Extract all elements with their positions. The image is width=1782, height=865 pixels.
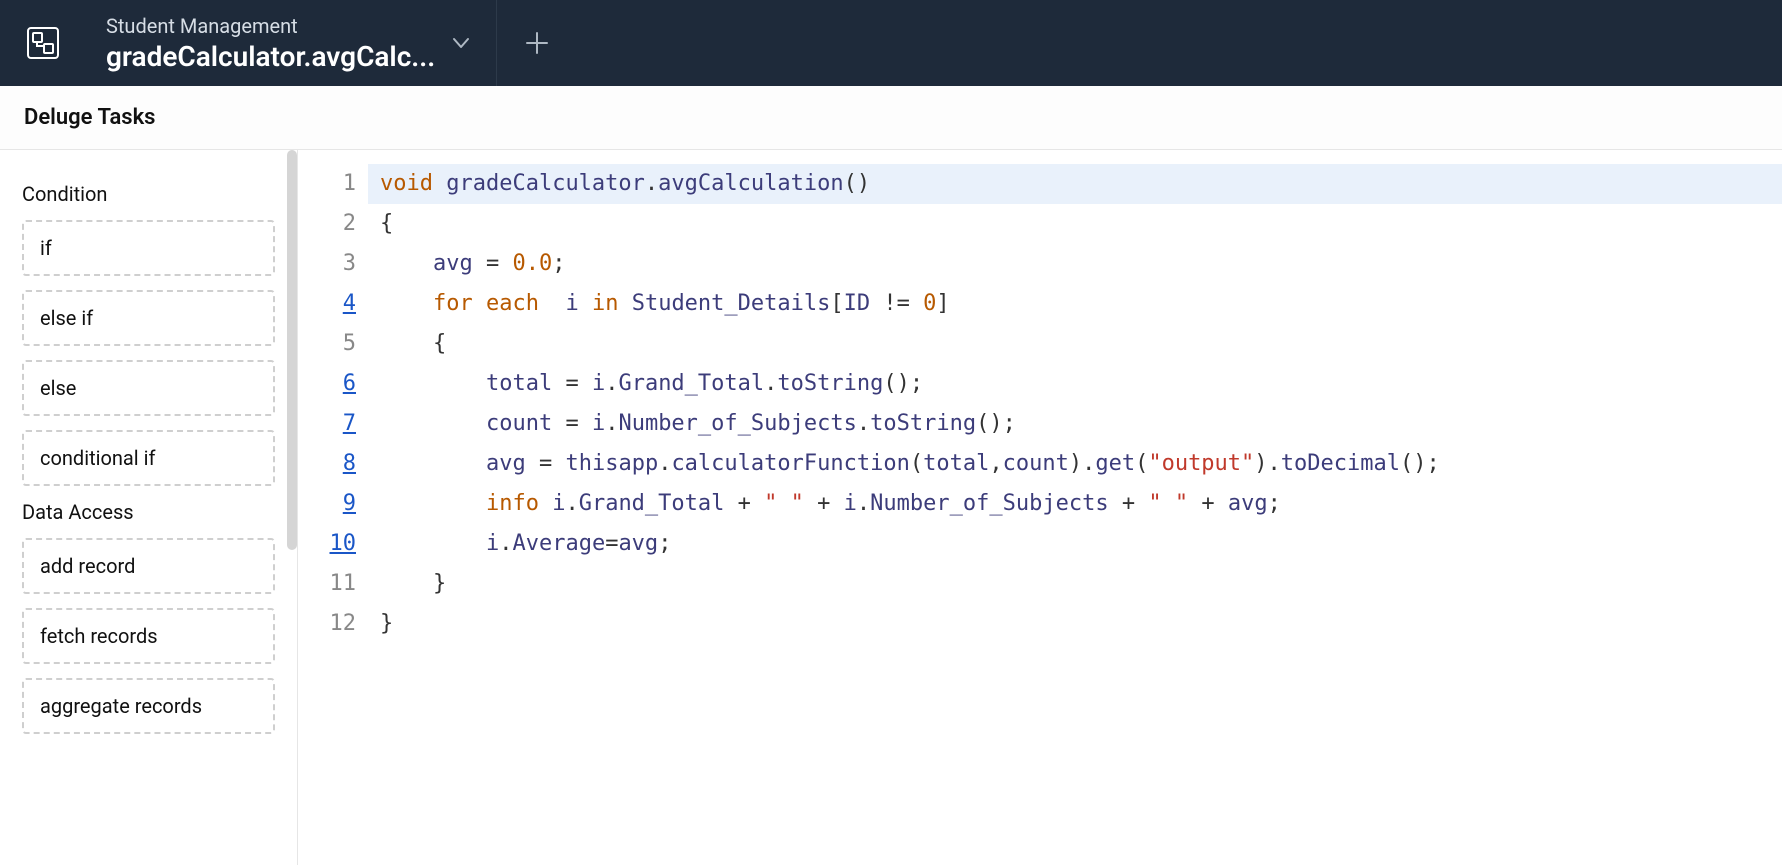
code-line[interactable]: {	[368, 204, 1782, 244]
task-item[interactable]: else if	[22, 290, 275, 346]
line-number: 11	[298, 564, 356, 604]
task-item[interactable]: else	[22, 360, 275, 416]
plus-icon	[524, 30, 550, 56]
sidebar-section-title: Data Access	[22, 500, 275, 524]
body: Condition if else if else conditional if Data…	[0, 150, 1782, 865]
app-icon	[0, 0, 86, 86]
line-gutter: 123456789101112	[298, 150, 368, 865]
subheader: Deluge Tasks	[0, 86, 1782, 150]
line-number: 1	[298, 164, 356, 204]
new-tab-button[interactable]	[496, 0, 576, 86]
code-line[interactable]: void gradeCalculator.avgCalculation()	[368, 164, 1782, 204]
task-item[interactable]: aggregate records	[22, 678, 275, 734]
header-bar: Student Management gradeCalculator.avgCa…	[0, 0, 1782, 86]
sidebar-scrollbar[interactable]	[287, 150, 297, 550]
task-item[interactable]: add record	[22, 538, 275, 594]
code-line[interactable]: {	[368, 324, 1782, 364]
task-item[interactable]: fetch records	[22, 608, 275, 664]
code-line[interactable]: count = i.Number_of_Subjects.toString();	[368, 404, 1782, 444]
subheader-title: Deluge Tasks	[24, 105, 156, 130]
line-number[interactable]: 7	[298, 404, 356, 444]
code-line[interactable]: info i.Grand_Total + " " + i.Number_of_S…	[368, 484, 1782, 524]
code-line[interactable]: total = i.Grand_Total.toString();	[368, 364, 1782, 404]
line-number[interactable]: 9	[298, 484, 356, 524]
task-item[interactable]: conditional if	[22, 430, 275, 486]
code-line[interactable]: avg = thisapp.calculatorFunction(total,c…	[368, 444, 1782, 484]
header-subtitle: Student Management	[106, 14, 426, 38]
task-item[interactable]: if	[22, 220, 275, 276]
code-editor[interactable]: 123456789101112 void gradeCalculator.avg…	[298, 150, 1782, 865]
tab-dropdown-button[interactable]	[426, 0, 496, 86]
code-line[interactable]: }	[368, 604, 1782, 644]
line-number[interactable]: 4	[298, 284, 356, 324]
code-line[interactable]: i.Average=avg;	[368, 524, 1782, 564]
line-number: 5	[298, 324, 356, 364]
sidebar-section-title: Condition	[22, 182, 275, 206]
line-number[interactable]: 8	[298, 444, 356, 484]
code-area[interactable]: void gradeCalculator.avgCalculation(){ a…	[368, 150, 1782, 865]
line-number: 3	[298, 244, 356, 284]
line-number[interactable]: 10	[298, 524, 356, 564]
code-line[interactable]: }	[368, 564, 1782, 604]
code-line[interactable]: for each i in Student_Details[ID != 0]	[368, 284, 1782, 324]
header-title: gradeCalculator.avgCalc...	[106, 40, 426, 73]
line-number: 2	[298, 204, 356, 244]
line-number: 12	[298, 604, 356, 644]
code-line[interactable]: avg = 0.0;	[368, 244, 1782, 284]
header-title-block: Student Management gradeCalculator.avgCa…	[86, 2, 426, 85]
sidebar: Condition if else if else conditional if Data…	[0, 150, 298, 865]
line-number[interactable]: 6	[298, 364, 356, 404]
chevron-down-icon	[449, 31, 473, 55]
